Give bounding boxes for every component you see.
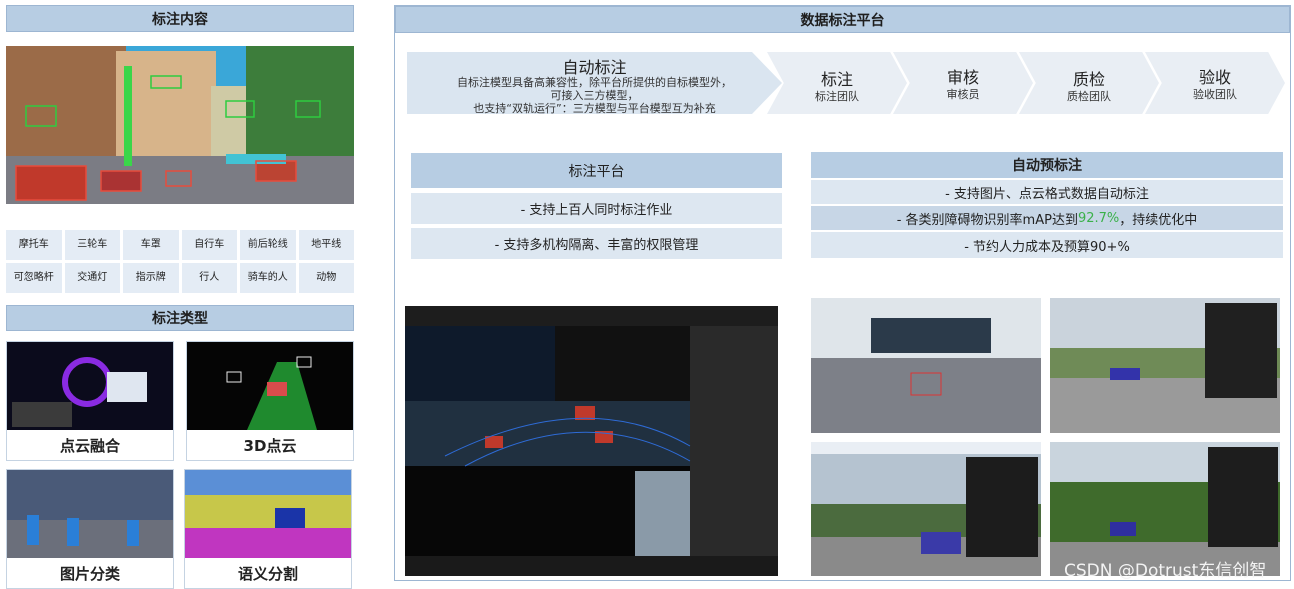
auto-shot-toll [811,298,1041,433]
tag-item: 可忽略杆 [6,263,62,293]
type-card-semantic-segmentation: 语义分割 [184,469,352,589]
step-line: 也支持“双轨运行”：三方模型与平台模型互为补充 [473,102,716,115]
platform-title: 标注平台 [411,153,782,188]
step-auto-annotation: 自动标注 自标注模型具备高兼容性，除平台所提供的自标模型外， 可接入三方模型， … [407,52,782,114]
types-header: 标注类型 [6,305,354,331]
step-qc: 质检 质检团队 [1019,52,1159,114]
pointcloud-fusion-image [7,342,173,430]
type-card-3d-pointcloud: 3D点云 [186,341,354,461]
step-sub: 质检团队 [1067,90,1111,103]
platform-item: - 支持多机构隔离、丰富的权限管理 [411,228,782,259]
type-caption: 3D点云 [243,436,297,455]
tag-item: 动物 [298,263,354,293]
step-title: 标注 [820,70,853,89]
tag-grid: 摩托车 三轮车 车罩 自行车 前后轮线 地平线 可忽略杆 交通灯 指示牌 行人 … [6,230,354,293]
auto-shot-mountain [811,442,1041,576]
auto-item-map: - 各类别障碍物识别率mAP达到 92.7% ，持续优化中 [811,206,1283,230]
tag-item: 自行车 [181,230,237,260]
map-value: 92.7% [1077,210,1120,226]
step-sub: 验收团队 [1193,88,1237,101]
3d-pointcloud-image [187,342,353,430]
platform-panel: 数据标注平台 自动标注 自标注模型具备高兼容性，除平台所提供的自标模型外， 可接… [394,5,1291,581]
tag-item: 摩托车 [6,230,62,260]
tag-item: 行人 [181,263,237,293]
image-classification-image [7,470,173,558]
street-annotation-image [6,46,354,204]
tag-item: 交通灯 [64,263,120,293]
platform-item: - 支持上百人同时标注作业 [411,193,782,224]
step-accept: 验收 验收团队 [1145,52,1285,114]
watermark: CSDN @Dotrust东信创智 [1064,561,1267,581]
step-title: 审核 [946,68,979,87]
auto-item-text: ，持续优化中 [1119,212,1198,228]
annotation-tool-screenshot [405,306,778,576]
semantic-segmentation-image [185,470,351,558]
step-review: 审核 审核员 [893,52,1033,114]
tag-item: 车罩 [123,230,179,260]
tag-item: 三轮车 [64,230,120,260]
step-sub: 审核员 [946,88,980,101]
step-title: 验收 [1198,68,1231,87]
step-sub: 标注团队 [815,90,859,103]
tag-item: 骑车的人 [240,263,296,293]
tag-item: 地平线 [298,230,354,260]
auto-shot-highway [1050,298,1280,433]
auto-item: - 支持图片、点云格式数据自动标注 [811,180,1283,204]
auto-item: - 节约人力成本及预算90+% [811,232,1283,258]
type-card-image-classification: 图片分类 [6,469,174,589]
step-label: 标注 标注团队 [767,52,907,114]
platform-header: 数据标注平台 [395,6,1290,33]
type-caption: 语义分割 [237,564,298,583]
content-header: 标注内容 [6,5,354,32]
type-card-pointcloud-fusion: 点云融合 [6,341,174,461]
auto-title: 自动预标注 [811,152,1283,178]
type-caption: 图片分类 [59,564,120,583]
tag-item: 前后轮线 [240,230,296,260]
step-title: 质检 [1072,70,1105,89]
auto-item-text: - 各类别障碍物识别率mAP达到 [896,212,1078,228]
type-caption: 点云融合 [59,436,120,455]
tag-item: 指示牌 [123,263,179,293]
